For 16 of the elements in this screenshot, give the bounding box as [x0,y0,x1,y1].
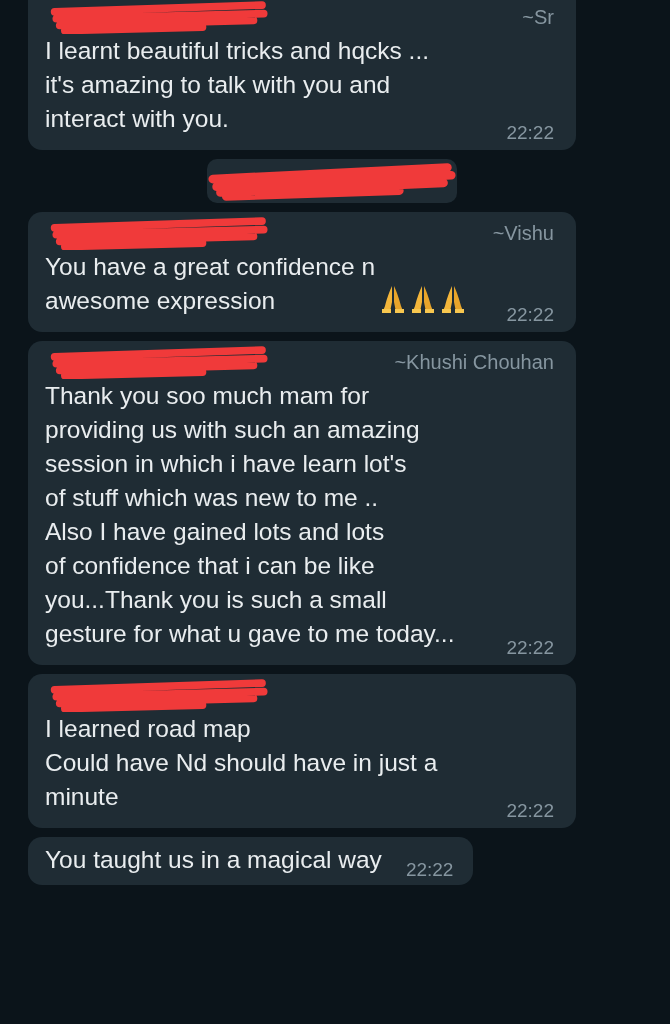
folded-hands-icon [411,284,436,314]
message-time: 22:22 [506,122,554,144]
sender-name: ~Sr [522,5,554,29]
message-time: 22:22 [506,304,554,326]
folded-hands-icon [381,284,406,314]
sender-name: ~Vishu [492,221,554,245]
message-time: 22:22 [506,637,554,659]
message-text: You taught us in a magical way [45,845,382,875]
message-text: I learnt beautiful tricks and hqcks ... it's amazing to talk with you and interact with you. [45,36,430,134]
message-text: You have a great confidence n awesome expression [45,252,376,316]
message-text: Thank you soo much mam for providing us with such an amazing session in which i have learn lot's of stuff which was new to me .. Also I have gained lots and lots of confidence that i can be like you...Thank you is such a small gesture for what u gave to me today... [45,381,455,649]
message-time: 22:22 [405,859,454,881]
message-text: I learned road map Could have Nd should have in just a minute [45,714,438,812]
sender-name: ~Khushi Chouhan [394,350,554,374]
folded-hands-icon [441,284,466,314]
message-time: 22:22 [506,800,554,822]
